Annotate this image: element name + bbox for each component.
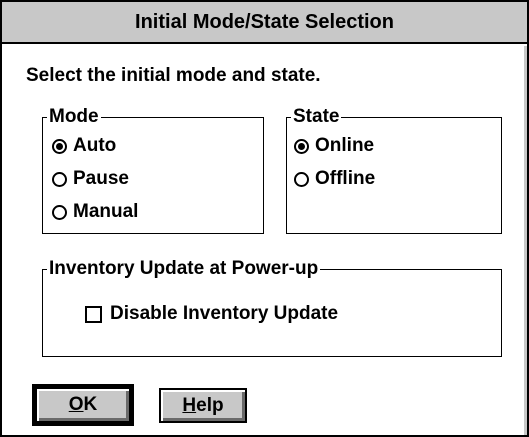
- radio-unselected-icon: [52, 171, 67, 187]
- mode-group-label: Mode: [47, 106, 101, 128]
- state-option-label: Offline: [315, 168, 376, 189]
- radio-unselected-icon: [294, 171, 309, 187]
- radio-selected-icon: [52, 138, 67, 154]
- state-radio-offline[interactable]: Offline: [294, 168, 375, 190]
- dialog-title: Initial Mode/State Selection: [135, 10, 394, 33]
- mode-option-label: Pause: [73, 168, 129, 189]
- help-button[interactable]: Help: [159, 388, 247, 423]
- mode-option-label: Auto: [73, 135, 117, 156]
- inventory-update-group: Inventory Update at Power-up Disable Inv…: [42, 258, 502, 357]
- inventory-group-label: Inventory Update at Power-up: [47, 258, 321, 280]
- mode-group: Mode Auto Pause Manual: [42, 106, 264, 234]
- state-group-label: State: [291, 106, 342, 128]
- right-edge-border: [524, 46, 527, 435]
- state-group: State Online Offline: [286, 106, 502, 234]
- radio-selected-icon: [294, 138, 309, 154]
- mode-option-label: Manual: [73, 201, 139, 222]
- checkbox-unchecked-icon: [85, 305, 102, 323]
- instruction-text: Select the initial mode and state.: [26, 65, 321, 86]
- dialog-title-bar[interactable]: Initial Mode/State Selection: [2, 2, 527, 44]
- state-option-label: Online: [315, 135, 375, 156]
- disable-inventory-update-checkbox[interactable]: Disable Inventory Update: [85, 303, 338, 325]
- checkbox-label: Disable Inventory Update: [110, 303, 339, 324]
- mode-radio-auto[interactable]: Auto: [52, 135, 116, 157]
- mode-radio-pause[interactable]: Pause: [52, 168, 129, 190]
- help-button-label: Help: [182, 394, 224, 416]
- mode-radio-manual[interactable]: Manual: [52, 201, 138, 223]
- ok-button[interactable]: OK: [32, 384, 134, 426]
- ok-button-label: OK: [68, 394, 98, 415]
- initial-mode-state-dialog: Initial Mode/State Selection Select the …: [0, 0, 529, 437]
- radio-unselected-icon: [52, 204, 67, 220]
- state-radio-online[interactable]: Online: [294, 135, 374, 157]
